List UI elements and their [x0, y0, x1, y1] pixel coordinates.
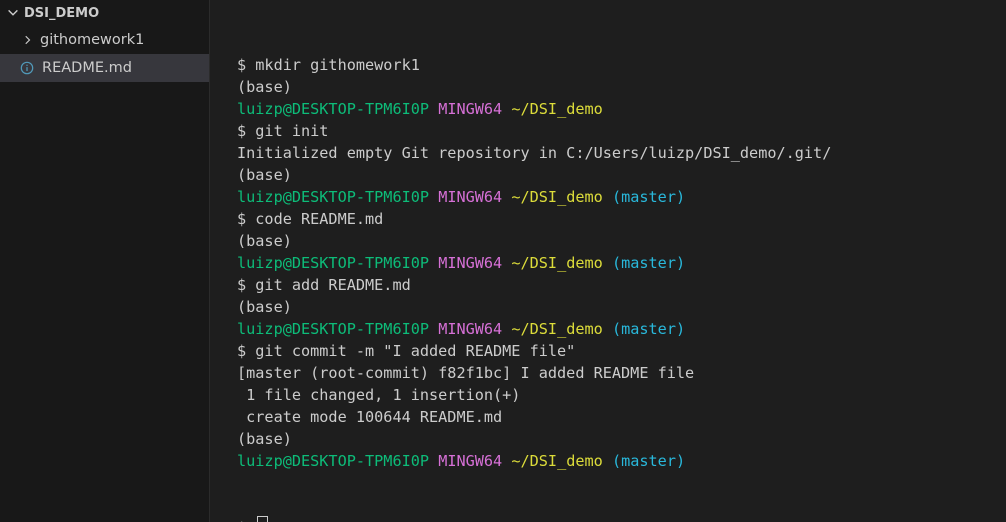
- prompt-path: ~/DSI_demo: [511, 320, 603, 338]
- tree-item-githomework1[interactable]: githomework1: [0, 26, 209, 54]
- prompt-system: MINGW64: [438, 320, 503, 338]
- app-window: DSI_DEMO githomework1 README.md $ mkdir …: [0, 0, 1006, 522]
- terminal-prompt-line: luizp@DESKTOP-TPM6I0P MINGW64 ~/DSI_demo…: [237, 450, 1006, 472]
- tree-item-label: README.md: [42, 60, 132, 76]
- info-icon: [20, 61, 34, 75]
- terminal-output-line: [master (root-commit) f82f1bc] I added R…: [237, 364, 695, 382]
- prompt-path: ~/DSI_demo: [511, 254, 603, 272]
- prompt-system: MINGW64: [438, 254, 503, 272]
- terminal-prompt-line: luizp@DESKTOP-TPM6I0P MINGW64 ~/DSI_demo: [237, 98, 1006, 120]
- terminal-output-line: (base): [237, 430, 292, 448]
- terminal-output-line: (base): [237, 298, 292, 316]
- prompt-path: ~/DSI_demo: [511, 452, 603, 470]
- chevron-down-icon: [8, 9, 18, 16]
- prompt-path: ~/DSI_demo: [511, 188, 603, 206]
- terminal-panel[interactable]: $ mkdir githomework1 (base) luizp@DESKTOP-…: [210, 0, 1006, 522]
- terminal-output-line: Initialized empty Git repository in C:/U…: [237, 144, 832, 162]
- terminal-command-line: $ git init: [237, 122, 329, 140]
- terminal-output-line: (base): [237, 232, 292, 250]
- prompt-branch: (master): [611, 188, 686, 206]
- terminal-input-line[interactable]: $: [237, 516, 1006, 522]
- explorer-folder-header[interactable]: DSI_DEMO: [0, 0, 209, 26]
- explorer-sidebar: DSI_DEMO githomework1 README.md: [0, 0, 210, 522]
- tree-item-readme[interactable]: README.md: [0, 54, 209, 82]
- terminal-output-line: 1 file changed, 1 insertion(+): [237, 386, 521, 404]
- prompt-path: ~/DSI_demo: [511, 100, 603, 118]
- terminal-output-line: (base): [237, 78, 292, 96]
- prompt-system: MINGW64: [438, 188, 503, 206]
- terminal-output-line: (base): [237, 166, 292, 184]
- prompt-system: MINGW64: [438, 100, 503, 118]
- terminal-command-line: $ code README.md: [237, 210, 384, 228]
- terminal-command-line: $ git commit -m "I added README file": [237, 342, 576, 360]
- prompt-system: MINGW64: [438, 452, 503, 470]
- terminal-prompt-line: luizp@DESKTOP-TPM6I0P MINGW64 ~/DSI_demo…: [237, 252, 1006, 274]
- prompt-branch: (master): [611, 254, 686, 272]
- explorer-folder-name: DSI_DEMO: [24, 5, 100, 21]
- chevron-right-icon: [25, 35, 31, 45]
- prompt-branch: (master): [611, 452, 686, 470]
- terminal-prompt-line: luizp@DESKTOP-TPM6I0P MINGW64 ~/DSI_demo…: [237, 186, 1006, 208]
- prompt-user: luizp@DESKTOP-TPM6I0P: [237, 188, 430, 206]
- prompt-user: luizp@DESKTOP-TPM6I0P: [237, 100, 430, 118]
- prompt-user: luizp@DESKTOP-TPM6I0P: [237, 320, 430, 338]
- terminal-output-line: create mode 100644 README.md: [237, 408, 503, 426]
- prompt-user: luizp@DESKTOP-TPM6I0P: [237, 452, 430, 470]
- terminal-output: $ mkdir githomework1 (base) luizp@DESKTOP-…: [237, 54, 1006, 472]
- prompt-user: luizp@DESKTOP-TPM6I0P: [237, 254, 430, 272]
- prompt-branch: (master): [611, 320, 686, 338]
- tree-item-label: githomework1: [40, 32, 145, 48]
- terminal-prompt-line: luizp@DESKTOP-TPM6I0P MINGW64 ~/DSI_demo…: [237, 318, 1006, 340]
- terminal-cursor: [257, 516, 269, 522]
- terminal-command-line: $ git add README.md: [237, 276, 411, 294]
- terminal-command-line: $ mkdir githomework1: [237, 56, 420, 74]
